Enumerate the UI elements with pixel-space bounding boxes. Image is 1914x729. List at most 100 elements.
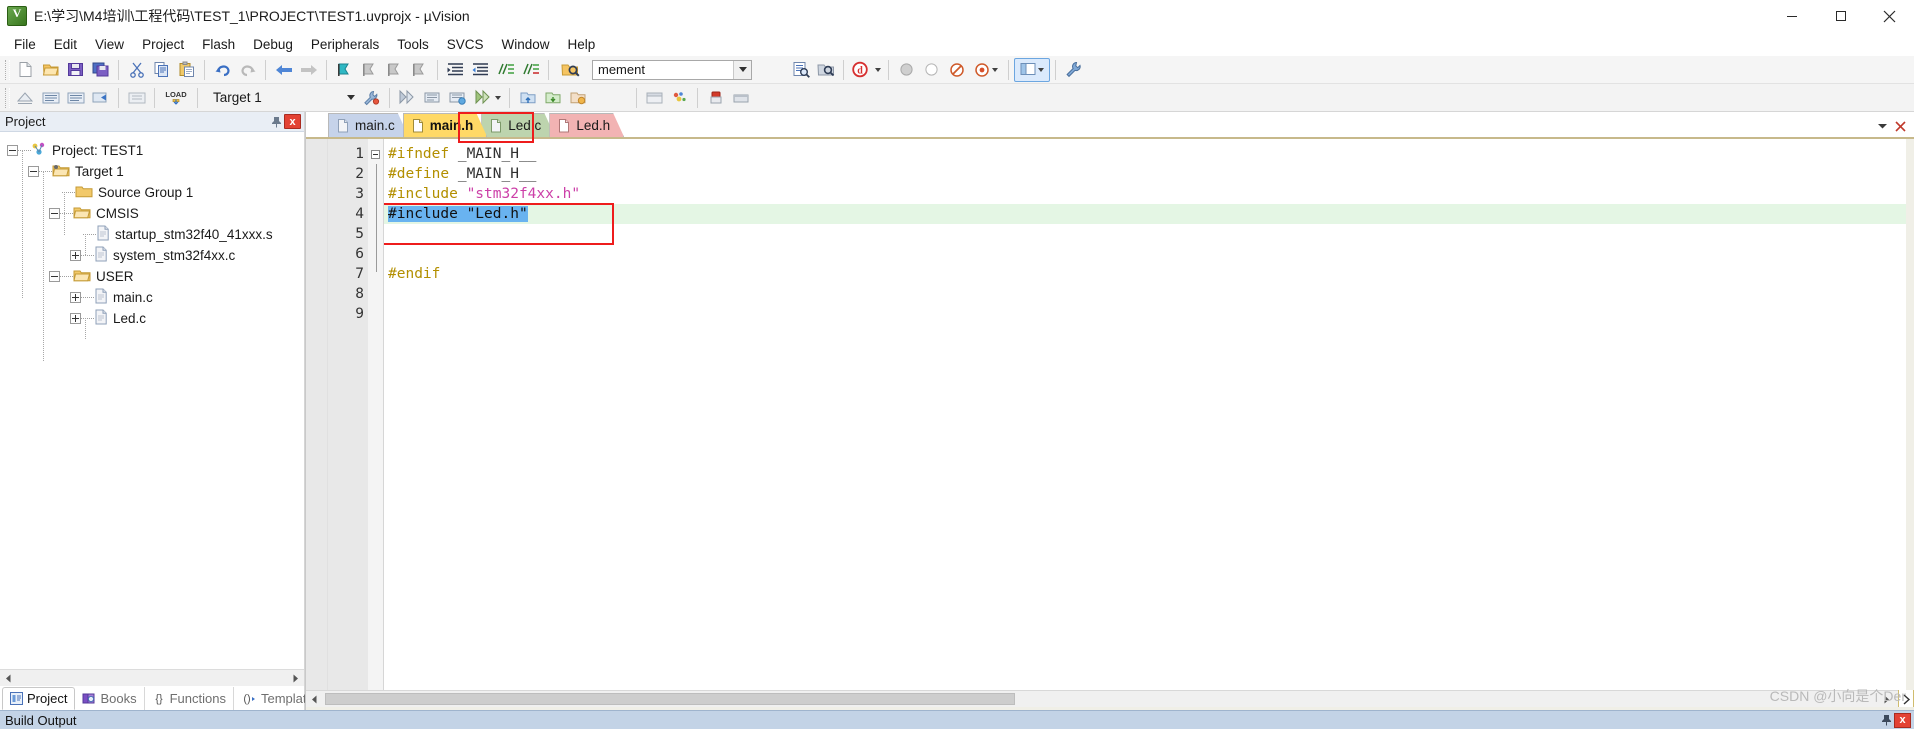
window-layout-icon[interactable] [1014,57,1050,82]
editor-tab-led-h[interactable]: Led.h [549,113,624,137]
download-to-flash-icon[interactable]: LOAD [160,87,192,109]
menu-flash[interactable]: Flash [193,35,244,54]
menu-help[interactable]: Help [559,35,605,54]
search-input[interactable]: mement [592,59,752,80]
editor-tab-list-button[interactable] [1874,118,1890,134]
pack-filter-icon[interactable] [470,86,504,110]
expander-plus-icon[interactable] [70,250,81,261]
target-options-icon[interactable] [359,86,384,110]
toolbar-grip[interactable] [5,87,10,108]
menu-debug[interactable]: Debug [244,35,302,54]
editor-close-button[interactable] [1892,118,1908,134]
code-line[interactable] [384,284,1914,304]
breakpoint-list-icon[interactable] [969,58,1003,82]
expander-minus-icon[interactable] [28,166,39,177]
expander-minus-icon[interactable] [7,145,18,156]
browse-symbol-icon[interactable] [813,58,838,82]
menu-edit[interactable]: Edit [45,35,86,54]
tree-item-startup-file[interactable]: startup_stm32f40_41xxx.s [0,224,304,245]
scroll-thumb[interactable] [325,693,1015,705]
scroll-left-button[interactable] [306,691,323,707]
target-config-icon[interactable] [642,86,667,110]
rebuild-all-icon[interactable] [63,86,88,110]
svcs-commit-icon[interactable] [515,86,540,110]
menu-view[interactable]: View [86,35,133,54]
tab-functions[interactable]: {} Functions [145,687,234,710]
expander-minus-icon[interactable] [49,271,60,282]
build-target-icon[interactable] [38,86,63,110]
project-panel-close-button[interactable]: x [284,114,301,129]
close-button[interactable] [1865,0,1914,33]
find-in-files-icon[interactable] [554,58,588,82]
code-folding-column[interactable] [368,139,384,690]
open-file-icon[interactable] [38,58,63,82]
indent-left-icon[interactable] [468,58,493,82]
fold-toggle[interactable] [368,144,383,164]
tree-item-target[interactable]: Target 1 [0,161,304,182]
project-tree[interactable]: Project: TEST1 Target 1 Source Group 1 C… [0,132,304,669]
code-editor[interactable]: 1 2 3 4 5 6 7 8 9 #ifndef _MAIN_H__ #def [306,137,1914,690]
flash-erase-icon[interactable] [703,86,728,110]
tree-item-user[interactable]: USER [0,266,304,287]
menu-peripherals[interactable]: Peripherals [302,35,388,54]
code-line[interactable] [384,224,1914,244]
undo-icon[interactable] [210,58,235,82]
bookmark-next-icon[interactable] [382,58,407,82]
breakpoint-kill-all-icon[interactable] [944,58,969,82]
maximize-button[interactable] [1816,0,1865,33]
redo-icon[interactable] [235,58,260,82]
navigate-forward-icon[interactable] [296,58,321,82]
target-dropdown-button[interactable] [343,89,359,107]
new-file-icon[interactable] [13,58,38,82]
tree-item-system-file[interactable]: system_stm32f4xx.c [0,245,304,266]
flash-download-icon[interactable] [728,86,753,110]
menu-svcs[interactable]: SVCS [438,35,493,54]
auto-hide-pin-icon[interactable] [268,113,284,131]
scroll-right-button[interactable] [287,670,304,686]
code-line[interactable] [384,304,1914,324]
svcs-status-icon[interactable] [565,86,590,110]
editor-hscrollbar[interactable] [306,689,1914,709]
pack-update-icon[interactable] [445,86,470,110]
debug-start-icon[interactable]: d [849,58,883,82]
editor-tab-led-c[interactable]: Led.c [481,113,555,137]
save-all-icon[interactable] [88,58,113,82]
code-line[interactable]: #define _MAIN_H__ [384,164,1914,184]
target-settings-icon[interactable] [667,86,692,110]
scroll-track[interactable] [323,691,1878,707]
menu-file[interactable]: File [5,35,45,54]
auto-hide-pin-icon[interactable] [1878,712,1894,729]
search-input-value[interactable]: mement [593,62,733,77]
incremental-find-icon[interactable] [788,58,813,82]
expander-minus-icon[interactable] [49,208,60,219]
minimize-button[interactable] [1767,0,1816,33]
cut-icon[interactable] [124,58,149,82]
editor-tab-main-h[interactable]: main.h [403,113,488,137]
fold-minus-icon[interactable] [371,149,380,159]
menu-window[interactable]: Window [492,35,558,54]
navigate-backward-icon[interactable] [271,58,296,82]
build-output-close-button[interactable]: x [1894,712,1911,728]
bookmark-toggle-icon[interactable] [332,58,357,82]
scroll-track[interactable] [17,670,287,686]
code-line[interactable] [384,244,1914,264]
tab-books[interactable]: Books [75,687,145,710]
save-file-icon[interactable] [63,58,88,82]
editor-tab-main-c[interactable]: main.c [328,113,409,137]
project-panel-hscrollbar[interactable] [0,669,304,686]
stop-build-icon[interactable] [124,86,149,110]
search-dropdown-button[interactable] [733,60,751,79]
pack-installer-icon[interactable] [420,86,445,110]
code-line-current[interactable]: #include "Led.h" [384,204,1914,224]
tree-item-cmsis[interactable]: CMSIS [0,203,304,224]
breakpoint-insert-icon[interactable] [894,58,919,82]
paste-icon[interactable] [174,58,199,82]
svcs-update-icon[interactable] [540,86,565,110]
expander-plus-icon[interactable] [70,313,81,324]
bookmark-clear-icon[interactable] [407,58,432,82]
code-line[interactable]: #include "stm32f4xx.h" [384,184,1914,204]
uncomment-lines-icon[interactable] [518,58,543,82]
tree-item-project[interactable]: Project: TEST1 [0,140,304,161]
breakpoint-disable-icon[interactable] [919,58,944,82]
tree-item-led-c[interactable]: Led.c [0,308,304,329]
